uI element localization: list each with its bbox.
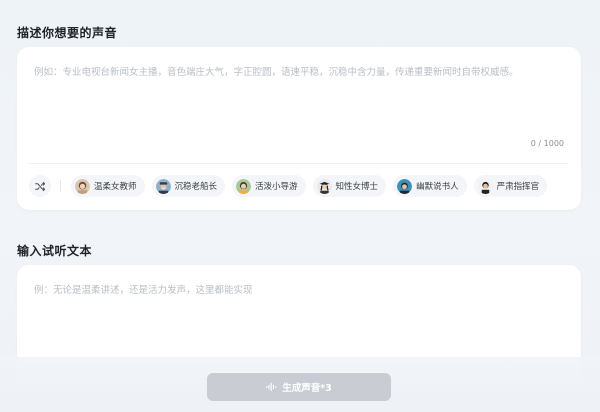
chip-separator: [60, 180, 61, 192]
preset-label: 幽默说书人: [416, 182, 459, 192]
describe-voice-title: 描述你想要的声音: [17, 26, 118, 40]
preset-chip-tour-guide[interactable]: 活泼小导游: [232, 175, 306, 197]
avatar-female-doctor-icon: [316, 178, 332, 194]
avatar-old-captain-icon: [155, 178, 171, 194]
preset-chip-commander[interactable]: 严肃指挥官: [473, 175, 548, 197]
voice-description-input[interactable]: 例如：专业电视台新闻女主播，音色端庄大气，字正腔圆，语速平稳，沉稳中含力量，传递…: [34, 64, 565, 78]
voice-description-card: 例如：专业电视台新闻女主播，音色端庄大气，字正腔圆，语速平稳，沉稳中含力量，传递…: [17, 47, 581, 210]
preset-chip-female-doctor[interactable]: 知性女博士: [312, 175, 387, 197]
preset-label: 知性女博士: [335, 182, 379, 192]
avatar-commander-icon: [477, 178, 493, 194]
preset-label: 活泼小导游: [255, 182, 298, 192]
preset-chips: 温柔女教师 沉稳老船长 活泼小导游 知性女博士 幽默说书人 严肃指挥官: [29, 175, 548, 197]
preset-label: 沉稳老船长: [174, 182, 218, 192]
generate-voice-button[interactable]: 生成声音*3: [207, 373, 391, 401]
preview-text-input[interactable]: 例：无论是温柔讲述，还是活力发声，这里都能实现: [34, 282, 565, 296]
divider: [29, 163, 569, 164]
waveform-icon: [266, 382, 277, 392]
preset-label: 温柔女教师: [94, 182, 137, 192]
preset-chip-storyteller[interactable]: 幽默说书人: [393, 175, 467, 197]
preview-text-title: 输入试听文本: [17, 244, 93, 258]
avatar-tour-guide-icon: [236, 178, 252, 194]
char-counter: 0 / 1000: [530, 139, 564, 148]
generate-voice-label: 生成声音*3: [282, 383, 332, 394]
shuffle-icon: [34, 181, 45, 191]
preset-chip-gentle-teacher[interactable]: 温柔女教师: [71, 175, 145, 197]
preset-label: 严肃指挥官: [496, 182, 540, 192]
avatar-storyteller-icon: [397, 178, 413, 194]
avatar-female-teacher-icon: [75, 178, 90, 194]
preset-chip-old-captain[interactable]: 沉稳老船长: [151, 175, 226, 197]
shuffle-button[interactable]: [29, 175, 51, 197]
